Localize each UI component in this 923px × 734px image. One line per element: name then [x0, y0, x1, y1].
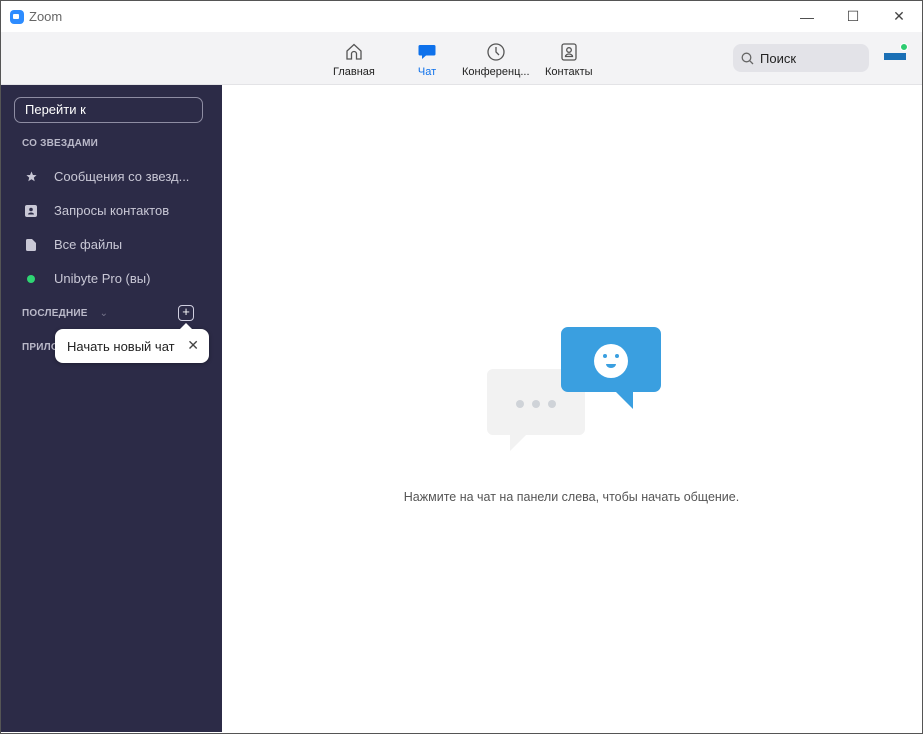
- file-icon: [25, 238, 37, 251]
- chevron-down-icon: ⌄: [99, 308, 109, 319]
- chat-main-area: Нажмите на чат на панели слева, чтобы на…: [222, 85, 921, 732]
- zoom-logo-icon: [10, 9, 24, 24]
- goto-input[interactable]: Перейти к: [14, 97, 203, 123]
- sidebar-item-contact-requests[interactable]: Запросы контактов: [25, 203, 169, 218]
- sidebar-item-starred[interactable]: Сообщения со звезд...: [25, 169, 189, 184]
- tab-home[interactable]: Главная: [333, 42, 375, 78]
- tab-label: Главная: [333, 66, 375, 78]
- empty-state-hint: Нажмите на чат на панели слева, чтобы на…: [403, 490, 740, 504]
- sidebar-item-label: Unibyte Pro (вы): [54, 271, 151, 286]
- tab-label: Конференц...: [462, 66, 530, 78]
- zoom-window: Zoom — ☐ ✕ Главная Чат Конференц... Конт…: [0, 0, 923, 734]
- star-icon: [25, 171, 37, 183]
- tab-label: Контакты: [545, 66, 593, 78]
- clock-icon: [487, 43, 505, 61]
- sidebar-item-label: Сообщения со звезд...: [54, 169, 190, 184]
- sidebar-item-label: Запросы контактов: [54, 203, 170, 218]
- avatar[interactable]: [884, 43, 908, 63]
- top-toolbar: Главная Чат Конференц... Контакты Поиск: [1, 32, 922, 85]
- minimize-button[interactable]: —: [784, 1, 830, 32]
- sidebar-item-label: Все файлы: [54, 237, 123, 252]
- apps-header: ПРИЛО: [22, 342, 59, 353]
- recent-label: ПОСЛЕДНИЕ: [22, 308, 88, 319]
- tab-meetings[interactable]: Конференц...: [462, 42, 530, 78]
- title-bar: Zoom — ☐ ✕: [1, 1, 922, 32]
- tab-contacts[interactable]: Контакты: [545, 42, 593, 78]
- contact-card-icon: [25, 204, 37, 217]
- search-input[interactable]: Поиск: [733, 44, 869, 72]
- chat-illustration: [487, 327, 661, 451]
- sidebar: Перейти к СО ЗВЕЗДАМИ Сообщения со звезд…: [1, 85, 222, 732]
- search-placeholder: Поиск: [760, 50, 797, 66]
- starred-header: СО ЗВЕЗДАМИ: [22, 138, 99, 149]
- window-title: Zoom: [29, 9, 63, 24]
- maximize-button[interactable]: ☐: [830, 1, 876, 32]
- contacts-icon: [561, 43, 577, 61]
- online-status-icon: [900, 43, 908, 51]
- close-tooltip-icon[interactable]: ✕: [187, 337, 199, 354]
- recent-header[interactable]: ПОСЛЕДНИЕ ⌄: [22, 308, 108, 319]
- search-icon: [741, 52, 754, 64]
- tab-chat[interactable]: Чат: [417, 42, 437, 78]
- sidebar-item-all-files[interactable]: Все файлы: [25, 237, 122, 252]
- new-chat-button[interactable]: +: [178, 305, 194, 321]
- tooltip-text: Начать новый чат: [67, 339, 175, 354]
- sidebar-item-self[interactable]: Unibyte Pro (вы): [25, 271, 150, 286]
- close-button[interactable]: ✕: [876, 1, 922, 32]
- online-dot-icon: [25, 273, 37, 285]
- chat-icon: [418, 45, 436, 59]
- tab-label: Чат: [417, 66, 437, 78]
- new-chat-tooltip: Начать новый чат ✕: [55, 323, 209, 363]
- home-icon: [346, 43, 362, 60]
